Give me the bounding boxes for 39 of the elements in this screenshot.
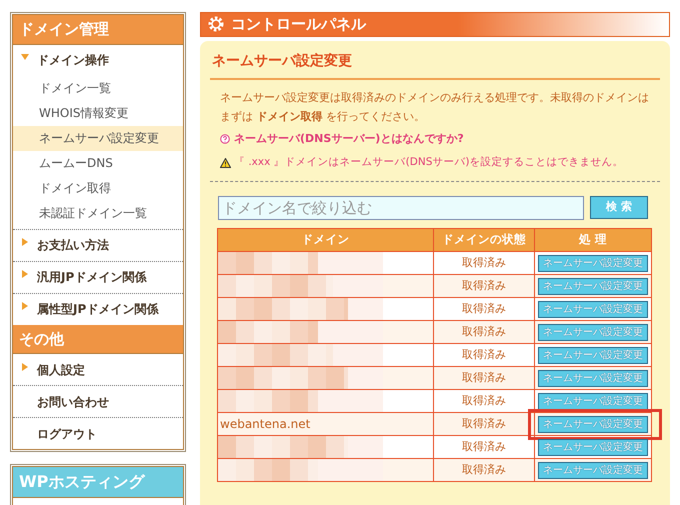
status-cell: 取得済み <box>434 320 534 344</box>
question-icon <box>220 134 230 144</box>
status-cell: 取得済み <box>434 389 534 412</box>
column-header: ドメイン <box>218 228 434 252</box>
warning-icon <box>220 158 231 168</box>
status-cell: 取得済み <box>434 343 534 366</box>
section-header: ドメイン管理 <box>13 15 183 44</box>
sidebar-subitem[interactable]: WHOIS情報変更 <box>13 100 183 126</box>
sidebar-item[interactable]: 属性型JPドメイン関係 <box>37 300 158 318</box>
sidebar-item[interactable]: お支払い方法 <box>37 236 109 254</box>
sidebar-subitem[interactable]: 未認証ドメイン一覧 <box>13 200 183 226</box>
section-header: その他 <box>13 324 183 354</box>
status-cell: 取得済み <box>434 458 534 482</box>
search-field[interactable]: ドメイン名で絞り込む <box>218 196 584 220</box>
sidebar-subitem[interactable]: ネームサーバ設定変更 <box>13 126 183 150</box>
status-cell: 取得済み <box>434 274 534 298</box>
sidebar-item[interactable]: ドメイン操作 <box>37 51 109 69</box>
sidebar-subitem[interactable]: ムームーDNS <box>13 150 183 176</box>
status-cell: 取得済み <box>434 366 534 390</box>
section-header: WPホスティング <box>13 467 183 498</box>
sidebar-item[interactable]: お問い合わせ <box>37 392 109 410</box>
sidebar-item[interactable]: 個人設定 <box>37 360 85 378</box>
status-cell: 取得済み <box>434 412 534 436</box>
sidebar-subitem[interactable]: ドメイン一覧 <box>13 76 183 100</box>
domain-cell: webantena.net <box>220 416 310 431</box>
status-cell: 取得済み <box>434 297 534 320</box>
sidebar-item[interactable]: ログアウト <box>37 424 97 442</box>
help-link[interactable]: ネームサーバ(DNSサーバー)とはなんですか? <box>234 130 464 148</box>
warning-text: 『 .xxx 』ドメインはネームサーバ(DNSサーバ)を設定することはできません。 <box>234 155 624 170</box>
page-title: ネームサーバ設定変更 <box>210 50 660 80</box>
column-header: ドメインの状態 <box>434 228 534 252</box>
status-cell: 取得済み <box>434 251 534 274</box>
gear-icon <box>207 15 225 34</box>
status-cell: 取得済み <box>434 435 534 458</box>
sidebar-subitem[interactable]: ドメイン取得 <box>13 176 183 200</box>
sidebar-item[interactable]: 汎用JPドメイン関係 <box>37 268 146 286</box>
header-title: コントロールパネル <box>231 14 366 36</box>
intro-text: ネームサーバ設定変更は取得済みのドメインのみ行える処理です。未取得のドメインはまずは ドメイン取得 を行ってください。 <box>220 90 650 125</box>
column-header: 処 理 <box>534 228 652 252</box>
